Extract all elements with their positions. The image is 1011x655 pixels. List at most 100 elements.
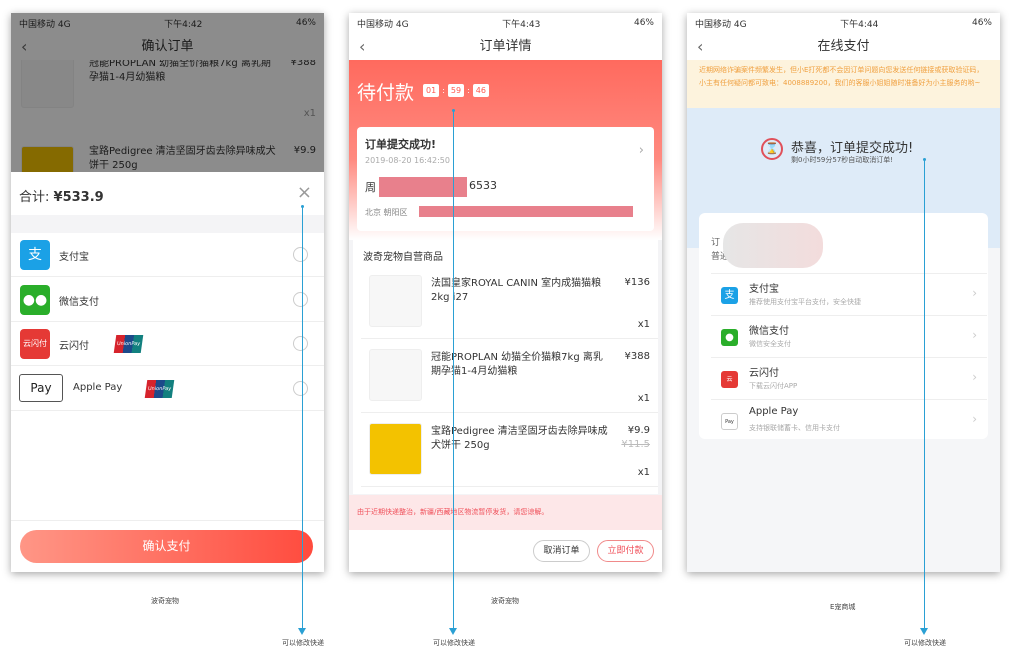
payment-option-quickpass[interactable]: 云闪付 云闪付 UnionPay 银联 (11, 322, 324, 366)
product-row[interactable]: 冠能PROPLAN 幼猫全价猫粮7kg 离乳期孕猫1-4月幼猫粮 ¥388 x1 (361, 339, 658, 413)
payment-label: Apple Pay (749, 406, 799, 417)
hourglass-icon: ⌛ (761, 138, 783, 160)
product-qty: x1 (637, 393, 650, 404)
unionpay-icon: UnionPay 银联 (144, 380, 175, 410)
annotation-arrow (453, 110, 454, 628)
wechat-pay-icon: ●● (20, 285, 50, 315)
radio-button[interactable] (293, 381, 308, 396)
annotation-arrow (302, 206, 303, 628)
modal-overlay[interactable] (11, 13, 324, 172)
payment-option-applepay[interactable]: Pay Apple Pay UnionPay 银联 (11, 367, 324, 411)
fraud-warning-banner: 近期网络诈骗案件频繁发生，但小E打死都不会因订单问题向您发送任何链接或获取验证码… (687, 60, 1000, 108)
screen-caption: 波奇宠物 (491, 597, 519, 605)
product-section: 波奇宠物自营商品 法国皇家ROYAL CANIN 室内成猫猫粮2kg i27 ¥… (353, 240, 658, 494)
payment-label: 支付宝 (749, 284, 779, 295)
status-bar: 中国移动 4G 下午4:44 46% (687, 13, 1000, 33)
product-name: 冠能PROPLAN 幼猫全价猫粮7kg 离乳期孕猫1-4月幼猫粮 (431, 352, 603, 377)
shipping-notice: 由于近期快递整治，新疆/西藏地区物流暂停发货，请您谅解。 (349, 495, 662, 530)
battery: 46% (971, 18, 992, 28)
back-icon[interactable]: ‹ (359, 33, 365, 60)
recipient-phone: 6533 (469, 179, 497, 192)
total-value: ¥533.9 (53, 190, 104, 205)
screen-caption: E宠商城 (830, 603, 856, 611)
battery: 46% (633, 18, 654, 28)
product-row[interactable]: 宝路Pedigree 清洁坚固牙齿去除异味成犬饼干 250g ¥9.9 ¥11.… (361, 413, 658, 487)
address: 北京 朝阳区 (365, 208, 408, 217)
payment-label: Apple Pay (73, 382, 123, 393)
radio-button[interactable] (293, 336, 308, 351)
order-number-label: 订 (711, 238, 721, 248)
clock: 下午4:43 (502, 19, 541, 30)
chevron-right-icon: › (972, 370, 977, 384)
product-price: ¥388 (624, 351, 650, 362)
product-image (369, 349, 422, 401)
payment-option-alipay[interactable]: 支 支付宝 推荐使用支付宝平台支付，安全快捷 › (711, 273, 987, 315)
carrier: 中国移动 (695, 19, 732, 30)
cancel-order-button[interactable]: 取消订单 (533, 540, 590, 562)
auto-cancel-countdown: 剩0小时59分57秒自动取消订单! (791, 156, 894, 164)
original-price: ¥11.5 (621, 439, 650, 450)
page-title: 在线支付 (817, 39, 870, 54)
product-qty: x1 (637, 467, 650, 478)
chevron-right-icon: › (972, 328, 977, 342)
network: 4G (395, 19, 409, 30)
online-payment-screen: 中国移动 4G 下午4:44 46% ‹ 在线支付 近期网络诈骗案件频繁发生，但… (687, 13, 1000, 572)
product-image (369, 423, 422, 475)
close-icon[interactable]: × (297, 182, 312, 203)
cloud-quickpass-icon: 云 (721, 371, 738, 388)
screen-caption: 波奇宠物 (151, 597, 179, 605)
annotation-label: 可以修改快递 (433, 639, 475, 647)
countdown-timer: 01: 59: 46 (423, 84, 489, 97)
order-total: 合计: ¥533.9 (19, 186, 104, 205)
chevron-right-icon: › (972, 412, 977, 426)
arrow-down-icon (449, 628, 457, 635)
arrow-down-icon (298, 628, 306, 635)
payment-option-applepay[interactable]: Pay Apple Pay 支持银联储蓄卡、信用卡支付 › (711, 399, 987, 441)
payment-option-wechat[interactable]: ● 微信支付 微信安全支付 › (711, 315, 987, 357)
recipient-name: 周 (365, 181, 376, 194)
payment-option-alipay[interactable]: 支 支付宝 (11, 233, 324, 277)
payment-description: 微信安全支付 (749, 340, 791, 348)
payment-option-wechat[interactable]: ●● 微信支付 (11, 278, 324, 322)
pay-now-button[interactable]: 立即付款 (597, 540, 654, 562)
payment-sheet: 合计: ¥533.9 × 支 支付宝 ●● 微信支付 云闪付 云闪付 Union… (11, 172, 324, 572)
unionpay-icon: UnionPay 银联 (113, 335, 144, 365)
radio-button[interactable] (293, 292, 308, 307)
payment-option-quickpass[interactable]: 云 云闪付 下载云闪付APP › (711, 357, 987, 399)
payment-description: 支持银联储蓄卡、信用卡支付 (749, 424, 840, 432)
divider (11, 215, 324, 233)
apple-pay-icon-text: Pay (30, 381, 52, 395)
product-image (369, 275, 422, 327)
order-success-text: 订单提交成功! (365, 138, 437, 151)
countdown-minutes: 59 (447, 84, 465, 97)
product-row[interactable]: 法国皇家ROYAL CANIN 室内成猫猫粮2kg i27 ¥136 x1 (361, 265, 658, 339)
payment-description: 推荐使用支付宝平台支付，安全快捷 (749, 298, 861, 306)
payment-label: 云闪付 (749, 368, 779, 379)
countdown-seconds: 46 (472, 84, 489, 97)
wechat-pay-icon: ● (721, 329, 738, 346)
success-title: 恭喜，订单提交成功! (791, 141, 914, 156)
store-name: 波奇宠物自营商品 (363, 252, 443, 263)
alipay-icon: 支 (721, 287, 738, 304)
back-icon[interactable]: ‹ (697, 33, 703, 60)
order-info-card[interactable]: 订单提交成功! 2019-08-20 16:42:50 › 周 6533 北京 … (357, 127, 654, 231)
product-name: 宝路Pedigree 清洁坚固牙齿去除异味成犬饼干 250g (431, 426, 608, 451)
redacted-block (419, 206, 633, 217)
network: 4G (733, 19, 747, 30)
status-bar: 中国移动 4G 下午4:43 46% (349, 13, 662, 33)
product-qty: x1 (637, 319, 650, 330)
payment-label: 微信支付 (749, 326, 789, 337)
chevron-right-icon: › (972, 286, 977, 300)
countdown-hours: 01 (423, 84, 440, 97)
confirm-order-screen: 冠能PROPLAN 幼猫全价猫粮7kg 离乳期孕猫1-4月幼猫粮 ¥388 x1… (11, 13, 324, 572)
confirm-payment-button[interactable]: 确认支付 (20, 530, 313, 563)
annotation-arrow (924, 160, 925, 628)
clock: 下午4:44 (840, 19, 879, 30)
total-label: 合计: (19, 190, 50, 205)
page-title: 订单详情 (479, 39, 532, 54)
payment-label: 云闪付 (59, 341, 89, 352)
pending-status: 待付款 (357, 82, 415, 104)
radio-button[interactable] (293, 247, 308, 262)
payment-card: 订 普通 支 支付宝 推荐使用支付宝平台支付，安全快捷 › ● 微信支付 微信安… (699, 213, 988, 439)
payment-description: 下载云闪付APP (749, 382, 798, 390)
